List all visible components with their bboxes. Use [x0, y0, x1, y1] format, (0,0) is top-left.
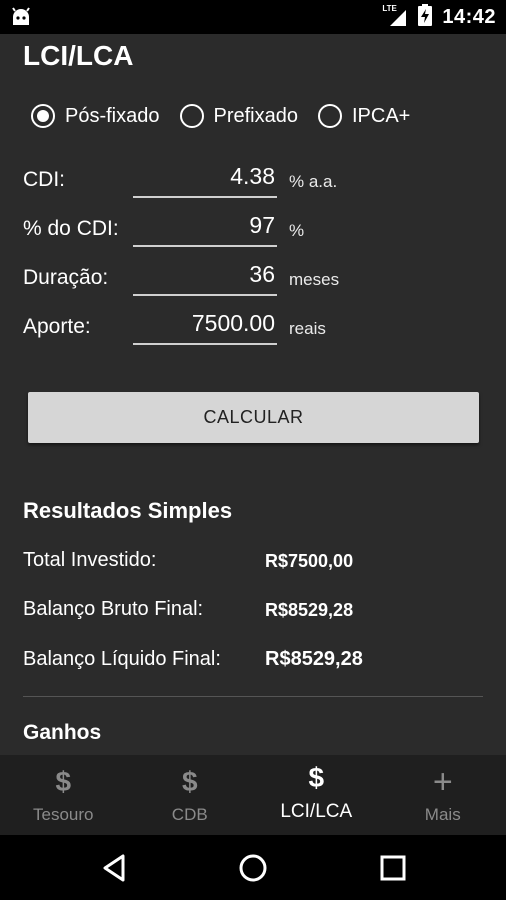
- nav-label: Mais: [424, 805, 461, 824]
- home-icon[interactable]: [235, 850, 271, 886]
- radio-option-prefixado[interactable]: Prefixado: [179, 104, 299, 128]
- contribution-label: Aporte:: [23, 315, 91, 338]
- duration-label: Duração:: [23, 266, 109, 289]
- dollar-icon: $: [308, 762, 325, 793]
- result-label: Balanço Bruto Final:: [23, 598, 204, 620]
- contribution-row: Aporte: reais: [23, 305, 483, 349]
- page-title: LCI/LCA: [23, 40, 134, 71]
- contribution-field: [133, 305, 277, 345]
- percent-cdi-label: % do CDI:: [23, 217, 119, 240]
- duration-field: [133, 256, 277, 296]
- radio-label: Prefixado: [213, 104, 299, 127]
- nav-label: Tesouro: [33, 805, 94, 824]
- result-row-total-invested: Total Investido: R$7500,00: [23, 549, 483, 579]
- gains-title: Ganhos: [23, 721, 102, 744]
- cdi-row: CDI: % a.a.: [23, 158, 483, 202]
- duration-input[interactable]: [133, 256, 277, 292]
- status-bar: LTE 14:42: [0, 0, 506, 34]
- percent-cdi-row: % do CDI: %: [23, 207, 483, 251]
- percent-cdi-input[interactable]: [133, 207, 277, 243]
- radio-label: Pós-fixado: [65, 104, 160, 127]
- recents-icon[interactable]: [375, 850, 411, 886]
- contribution-input[interactable]: [133, 305, 277, 341]
- result-label: Balanço Líquido Final:: [23, 648, 221, 670]
- nav-label: LCI/LCA: [280, 801, 353, 822]
- cdi-input[interactable]: [133, 158, 277, 194]
- battery-charging-icon: [418, 3, 433, 31]
- result-label: Total Investido:: [23, 549, 157, 571]
- cdi-label: CDI:: [23, 168, 65, 191]
- radio-unchecked-icon[interactable]: [179, 104, 204, 128]
- result-value: R$8529,28: [265, 600, 354, 620]
- android-debug-icon: [10, 7, 32, 32]
- signal-icon: LTE: [382, 4, 408, 28]
- percent-cdi-unit: %: [289, 221, 305, 240]
- duration-row: Duração: meses: [23, 256, 483, 300]
- back-icon[interactable]: [97, 850, 133, 886]
- cdi-unit: % a.a.: [289, 172, 338, 191]
- nav-item-lci-lca[interactable]: $ LCI/LCA: [253, 755, 380, 835]
- dollar-icon: $: [181, 766, 198, 797]
- result-value: R$7500,00: [265, 551, 354, 571]
- cdi-field: [133, 158, 277, 198]
- nav-item-cdb[interactable]: $ CDB: [127, 755, 254, 835]
- nav-item-tesouro[interactable]: $ Tesouro: [0, 755, 127, 835]
- radio-label: IPCA+: [352, 104, 411, 127]
- system-navigation-bar: [0, 835, 506, 900]
- results-title: Resultados Simples: [23, 498, 233, 523]
- duration-unit: meses: [289, 270, 340, 289]
- contribution-unit: reais: [289, 319, 326, 338]
- dollar-icon: $: [55, 766, 72, 797]
- result-row-gross-balance: Balanço Bruto Final: R$8529,28: [23, 598, 483, 628]
- status-icons: LTE 14:42: [382, 0, 496, 34]
- radio-option-pos-fixado[interactable]: Pós-fixado: [31, 104, 160, 128]
- status-clock: 14:42: [442, 5, 496, 28]
- radio-unchecked-icon[interactable]: [318, 104, 342, 128]
- radio-option-ipca[interactable]: IPCA+: [318, 104, 410, 128]
- result-value: R$8529,28: [265, 648, 363, 670]
- calculate-button[interactable]: CALCULAR: [28, 392, 479, 443]
- percent-cdi-field: [133, 207, 277, 247]
- rate-type-radio-group: Pós-fixado Prefixado IPCA+: [31, 104, 430, 128]
- radio-checked-icon[interactable]: [31, 104, 55, 128]
- nav-item-mais[interactable]: + Mais: [380, 755, 506, 835]
- result-row-net-balance: Balanço Líquido Final: R$8529,28: [23, 648, 483, 678]
- divider: [23, 696, 483, 697]
- bottom-navigation: $ Tesouro $ CDB $ LCI/LCA + Mais: [0, 755, 506, 835]
- nav-label: CDB: [171, 805, 208, 824]
- plus-icon: +: [432, 763, 453, 801]
